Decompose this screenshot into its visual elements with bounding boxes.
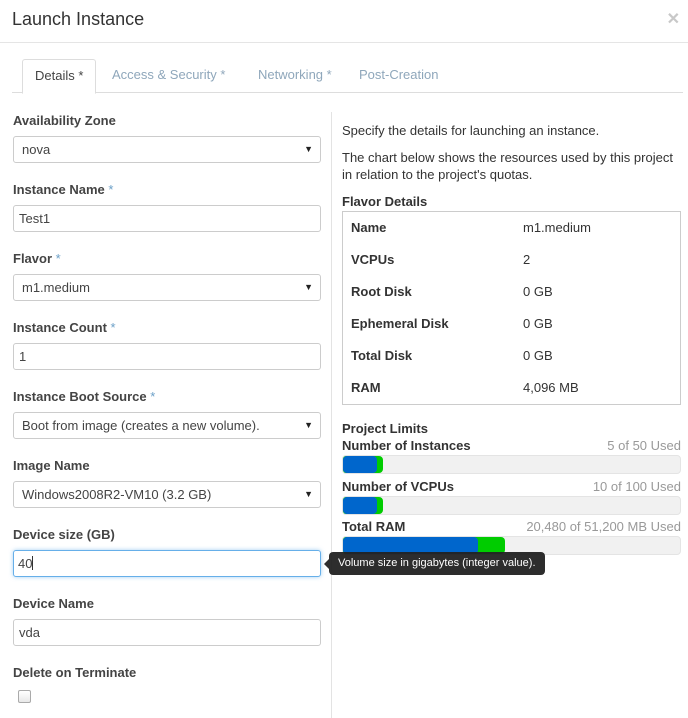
flavor-key: Name <box>351 220 387 235</box>
caret-down-icon: ▼ <box>304 420 313 430</box>
vcpus-limit-label: Number of VCPUs <box>342 479 454 494</box>
flavor-row: Name m1.medium <box>351 220 671 238</box>
column-divider <box>331 112 332 718</box>
label-text: Image Name <box>13 458 90 473</box>
ram-limit-label: Total RAM <box>342 519 406 534</box>
flavor-row: RAM 4,096 MB <box>351 380 671 398</box>
flavor-row: Total Disk 0 GB <box>351 348 671 366</box>
close-icon[interactable]: ✕ <box>667 9 680 29</box>
tab-label: Post-Creation <box>359 67 439 82</box>
flavor-key: Ephemeral Disk <box>351 316 449 331</box>
select-value: Windows2008R2-VM10 (3.2 GB) <box>22 487 212 502</box>
dialog-title: Launch Instance <box>12 9 145 29</box>
tab-label: Access & Security <box>112 67 217 82</box>
tab-label: Details <box>35 68 75 83</box>
caret-down-icon: ▼ <box>304 489 313 499</box>
flavor-value: 2 <box>523 252 531 267</box>
select-value: m1.medium <box>22 280 90 295</box>
flavor-value: m1.medium <box>523 220 591 235</box>
flavor-value: 0 GB <box>523 316 553 331</box>
input-value: 1 <box>19 349 27 364</box>
label-text: Instance Name <box>13 182 105 197</box>
label-text: Availability Zone <box>13 113 116 128</box>
flavor-label: Flavor * <box>13 251 61 266</box>
flavor-select[interactable]: m1.medium ▼ <box>13 274 321 301</box>
instances-limit-label: Number of Instances <box>342 438 471 453</box>
label-text: Instance Count <box>13 320 107 335</box>
flavor-details-title: Flavor Details <box>342 194 428 209</box>
flavor-value: 0 GB <box>523 284 553 299</box>
label-text: Device Name <box>13 596 94 611</box>
delete-on-terminate-label: Delete on Terminate <box>13 665 136 680</box>
flavor-value: 4,096 MB <box>523 380 579 395</box>
ram-limit-used: 20,480 of 51,200 MB Used <box>526 519 681 534</box>
availability-zone-label: Availability Zone <box>13 113 116 128</box>
dialog-header: Launch Instance ✕ <box>0 0 688 43</box>
instances-limit-used: 5 of 50 Used <box>607 438 681 453</box>
boot-source-label: Instance Boot Source * <box>13 389 155 404</box>
required-marker: * <box>108 182 114 197</box>
text-cursor <box>32 556 34 570</box>
device-name-input[interactable]: vda <box>13 619 321 646</box>
label-text: Flavor <box>13 251 53 266</box>
bar-used-segment <box>343 497 377 514</box>
label-text: Delete on Terminate <box>13 665 137 680</box>
instance-count-label: Instance Count * <box>13 320 116 335</box>
tab-networking[interactable]: Networking * <box>246 59 344 93</box>
required-marker: * <box>78 68 84 83</box>
flavor-key: VCPUs <box>351 252 395 267</box>
tab-access-security[interactable]: Access & Security * <box>100 59 237 93</box>
required-marker: * <box>55 251 61 266</box>
flavor-details-table: Name m1.medium VCPUs 2 Root Disk 0 GB Ephem… <box>342 211 681 405</box>
required-marker: * <box>110 320 116 335</box>
required-marker: * <box>150 389 156 404</box>
tab-post-creation[interactable]: Post-Creation <box>347 59 450 93</box>
device-size-tooltip: Volume size in gigabytes (integer value)… <box>324 552 545 575</box>
tab-details[interactable]: Details * <box>22 59 97 94</box>
availability-zone-select[interactable]: nova ▼ <box>13 136 321 163</box>
input-value: 40 <box>18 556 33 571</box>
tab-bar: Details * Access & Security * Networking… <box>12 59 683 94</box>
flavor-key: RAM <box>351 380 381 395</box>
vcpus-limit-used: 10 of 100 Used <box>592 479 681 494</box>
flavor-key: Total Disk <box>351 348 413 363</box>
flavor-row: VCPUs 2 <box>351 252 671 270</box>
caret-down-icon: ▼ <box>304 282 313 292</box>
select-value: Boot from image (creates a new volume). <box>22 418 260 433</box>
required-marker: * <box>326 67 332 82</box>
device-size-label: Device size (GB) <box>13 527 115 542</box>
required-marker: * <box>220 67 226 82</box>
input-value: vda <box>19 625 40 640</box>
label-text: Device size (GB) <box>13 527 115 542</box>
input-value: Test1 <box>19 211 51 226</box>
instance-name-label: Instance Name * <box>13 182 113 197</box>
boot-source-select[interactable]: Boot from image (creates a new volume). ▼ <box>13 412 321 439</box>
flavor-value: 0 GB <box>523 348 553 363</box>
project-limits-title: Project Limits <box>342 421 428 436</box>
vcpus-limit-bar <box>342 496 681 515</box>
tab-label: Networking <box>258 67 324 82</box>
bar-used-segment <box>343 456 377 473</box>
delete-on-terminate-checkbox[interactable] <box>18 690 31 703</box>
instance-name-input[interactable]: Test1 <box>13 205 321 232</box>
label-text: Instance Boot Source <box>13 389 147 404</box>
image-name-select[interactable]: Windows2008R2-VM10 (3.2 GB) ▼ <box>13 481 321 508</box>
flavor-key: Root Disk <box>351 284 412 299</box>
flavor-row: Ephemeral Disk 0 GB <box>351 316 671 334</box>
select-value: nova <box>22 142 51 157</box>
image-name-label: Image Name <box>13 458 90 473</box>
info-text-2: The chart below shows the resources used… <box>342 150 673 182</box>
caret-down-icon: ▼ <box>304 144 313 154</box>
instances-limit-bar <box>342 455 681 474</box>
info-text-1: Specify the details for launching an ins… <box>342 123 600 138</box>
device-name-label: Device Name <box>13 596 94 611</box>
instance-count-input[interactable]: 1 <box>13 343 321 370</box>
flavor-row: Root Disk 0 GB <box>351 284 671 302</box>
device-size-input[interactable]: 40 <box>13 550 321 577</box>
